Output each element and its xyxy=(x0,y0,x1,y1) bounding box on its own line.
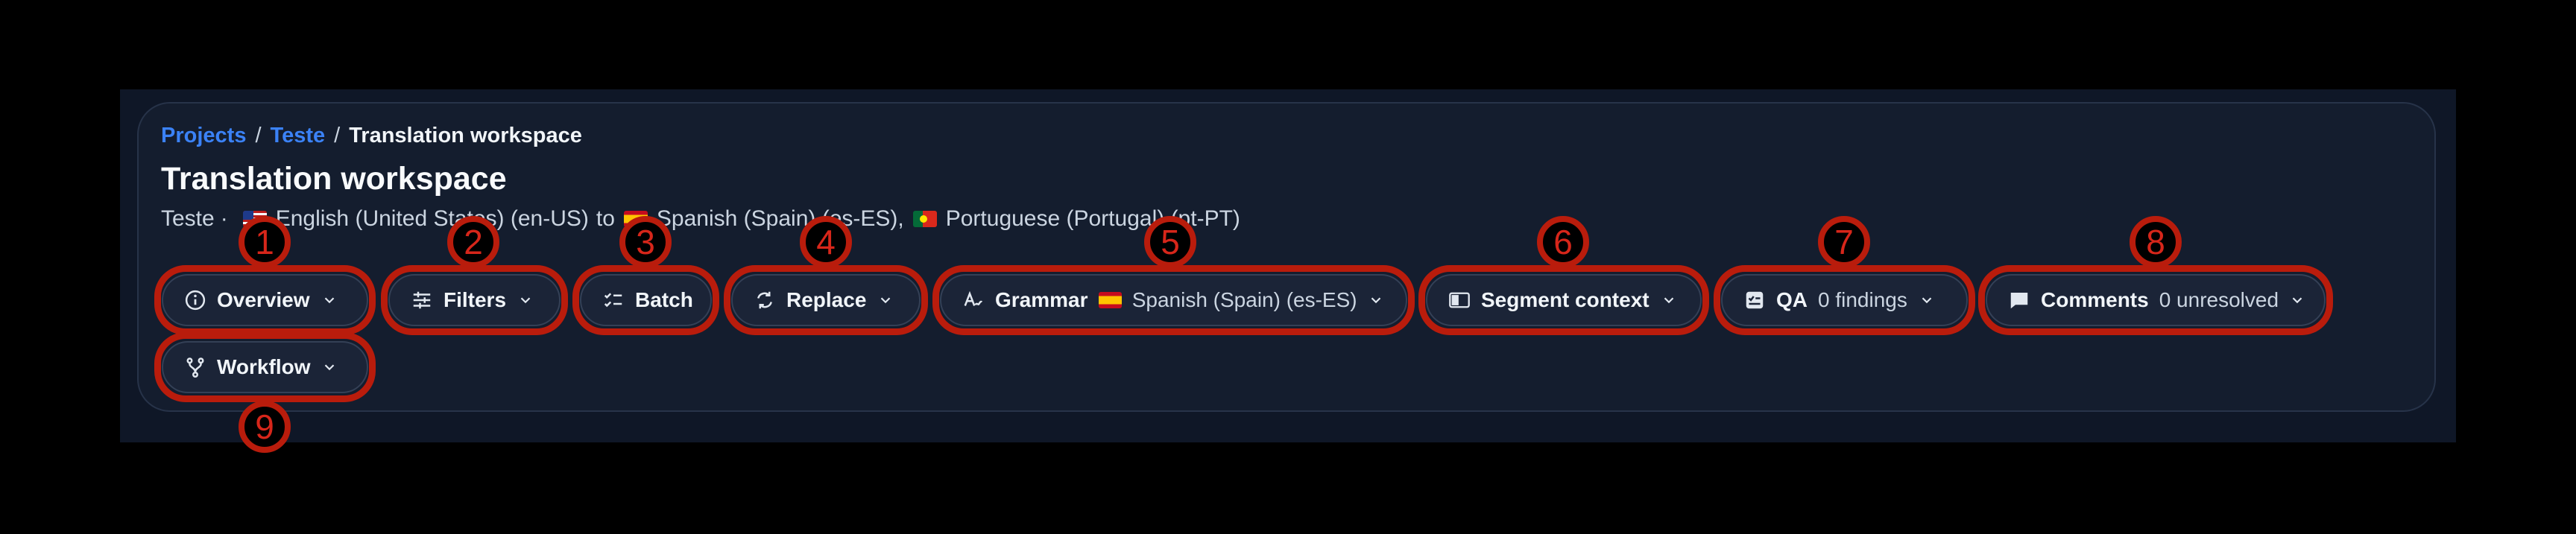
subtitle-source-language: English (United States) (en-US) xyxy=(275,206,589,231)
spain-flag-icon xyxy=(1098,292,1122,308)
info-icon xyxy=(184,289,206,311)
grammar-label: Grammar xyxy=(995,288,1088,311)
workflow-label: Workflow xyxy=(217,355,311,378)
chevron-down-icon xyxy=(2289,291,2305,309)
qa-icon xyxy=(1743,289,1766,311)
qa-findings-count: 0 findings xyxy=(1818,288,1907,311)
annotation-badge-8: 8 xyxy=(2130,216,2182,268)
replace-icon xyxy=(754,289,776,311)
subtitle-target-language-1: Spanish (Spain) (es-ES), xyxy=(656,206,904,231)
annotation-badge-4: 4 xyxy=(800,216,852,268)
chevron-down-icon xyxy=(1368,291,1385,309)
chevron-down-icon xyxy=(1918,291,1936,309)
annotation-badge-5: 5 xyxy=(1144,216,1196,268)
portugal-flag-icon xyxy=(912,211,937,227)
subtitle-target-language-2: Portuguese (Portugal) (pt-PT) xyxy=(945,206,1240,231)
page-subtitle: Teste · English (United States) (en-US) … xyxy=(161,204,1240,234)
chevron-down-icon xyxy=(517,291,534,309)
overview-button[interactable]: Overview xyxy=(162,274,368,326)
subtitle-to: to xyxy=(596,206,615,231)
page-title: Translation workspace xyxy=(161,161,507,197)
grammar-language-value: Spanish (Spain) (es-ES) xyxy=(1131,288,1357,311)
sliders-icon xyxy=(411,289,433,311)
subtitle-project: Teste xyxy=(161,206,215,231)
breadcrumb: Projects / Teste / Translation workspace xyxy=(161,121,582,150)
qa-button[interactable]: QA 0 findings xyxy=(1721,274,1968,326)
chevron-down-icon xyxy=(877,291,894,309)
breadcrumb-projects-link[interactable]: Projects xyxy=(161,124,246,148)
replace-label: Replace xyxy=(786,288,867,311)
chevron-down-icon xyxy=(321,358,338,376)
annotation-badge-3: 3 xyxy=(619,216,672,268)
annotation-badge-9: 9 xyxy=(239,401,291,453)
checklist-icon xyxy=(602,289,625,311)
filters-button[interactable]: Filters xyxy=(388,274,561,326)
breadcrumb-separator: / xyxy=(255,123,262,147)
workflow-button[interactable]: Workflow xyxy=(162,341,368,393)
overview-label: Overview xyxy=(217,288,310,311)
breadcrumb-project-link[interactable]: Teste xyxy=(271,124,326,148)
comments-unresolved-count: 0 unresolved xyxy=(2159,288,2279,311)
annotation-badge-6: 6 xyxy=(1537,216,1589,268)
subtitle-dot: · xyxy=(220,206,228,231)
batch-button[interactable]: Batch xyxy=(580,274,712,326)
annotation-badge-7: 7 xyxy=(1818,216,1870,268)
comment-icon xyxy=(2008,289,2030,311)
chevron-down-icon xyxy=(321,291,338,309)
segment-context-button[interactable]: Segment context xyxy=(1426,274,1702,326)
breadcrumb-separator: / xyxy=(334,123,341,147)
annotation-badge-2: 2 xyxy=(447,216,499,268)
qa-label: QA xyxy=(1776,288,1808,311)
breadcrumb-current: Translation workspace xyxy=(349,123,582,147)
grammar-button[interactable]: Grammar Spanish (Spain) (es-ES) xyxy=(940,274,1407,326)
replace-button[interactable]: Replace xyxy=(731,274,921,326)
chevron-down-icon xyxy=(1660,291,1678,309)
segment-context-label: Segment context xyxy=(1481,288,1650,311)
annotation-badge-1: 1 xyxy=(239,216,291,268)
batch-label: Batch xyxy=(635,288,693,311)
spellcheck-icon xyxy=(962,289,985,311)
filters-label: Filters xyxy=(443,288,507,311)
sidebar-panel-icon xyxy=(1448,289,1471,311)
comments-button[interactable]: Comments 0 unresolved xyxy=(1986,274,2326,326)
comments-label: Comments xyxy=(2041,288,2149,311)
branch-icon xyxy=(184,356,206,378)
